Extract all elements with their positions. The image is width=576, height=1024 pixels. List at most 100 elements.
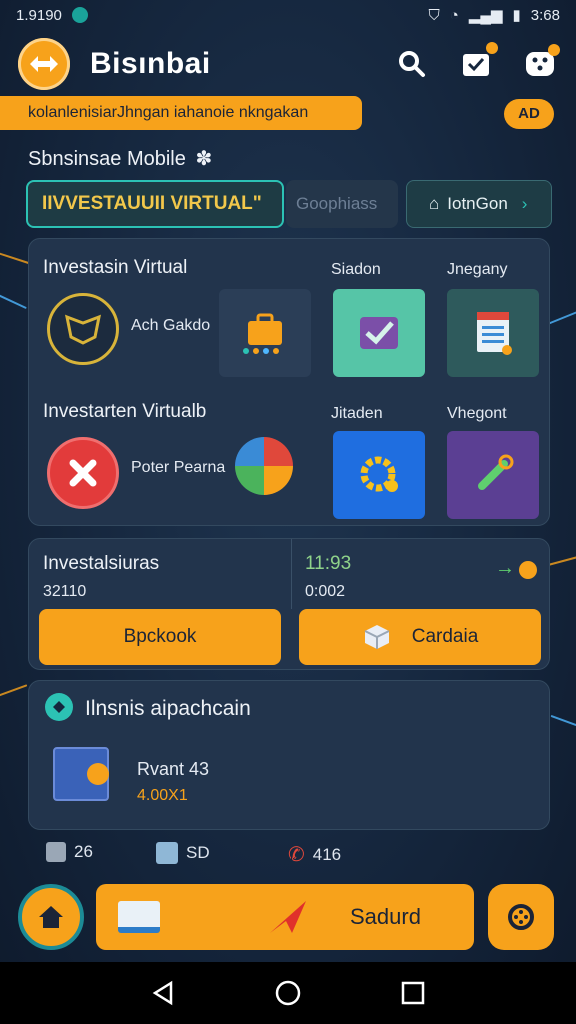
battery-icon: ▮ [512,7,521,24]
row1-col2-label: Siadon [331,261,381,278]
row1-item-label: Ach Gakdo [131,317,211,334]
row2-item-label: Poter Pearna [131,459,226,476]
status-bar: 1.9190 ⛉ ◔ ▂▄▆ ▮ 3:68 [0,0,576,30]
arrow-right-icon: → [495,557,515,579]
home-circle-icon[interactable] [274,979,302,1007]
balance-left-title: Investalsiuras [43,553,160,574]
shield-icon: ⛉ [428,6,440,24]
briefcase-tile[interactable] [219,289,311,377]
row2-col2-label: Jitaden [331,405,383,422]
bookook-button[interactable]: Bpckook [39,609,281,665]
background-streak [548,309,576,325]
investment-card: Ilnsnis aipachcain Rvant 43 4.00X1 [28,680,550,830]
sparkle-icon: ✽ [195,148,213,170]
tab-iotngon[interactable]: ⌂ IotnGon › [406,180,552,228]
search-icon [399,51,425,77]
box-icon [46,842,66,862]
ad-badge[interactable]: AD [504,99,554,129]
wrench-icon [478,454,514,490]
tab-label: Goophiass [296,194,378,213]
row2-col3-label: Vhegont [447,405,507,422]
stat-value: 416 [312,844,342,864]
status-clock: 3:68 [530,6,560,24]
app-logo[interactable] [18,38,70,90]
gear-tile[interactable] [333,431,425,519]
promo-banner[interactable]: kolanlenisiarJhngan iahanoie nkngakan [0,96,362,130]
inbox-button[interactable] [458,42,498,82]
status-time: 1.9190 [16,6,62,24]
tab-virtual-investment[interactable]: IIVVESTAUUII VIRTUAL" [26,180,284,228]
lock-icon: ⌂ [429,194,440,213]
notification-badge [548,44,560,56]
background-streak [548,556,576,566]
wrench-tile[interactable] [447,431,539,519]
stat-item: 26 [46,842,93,862]
tab-label: IotnGon [447,194,508,213]
cardaia-button[interactable]: Cardaia [299,609,541,665]
checkmark-icon [360,317,398,349]
coin-icon [45,693,73,721]
investment-title: Ilnsnis aipachcain [85,697,251,720]
row1-col3-label: Jnegany [447,261,508,278]
background-streak [0,684,28,698]
notification-icon [71,7,88,23]
wifi-icon: ◔ [449,6,459,24]
checkbox-tile[interactable] [333,289,425,377]
stat-item: ✆ 416 [288,842,341,867]
cube-icon [156,842,178,864]
home-button[interactable] [18,884,84,950]
button-label: Cardaia [411,626,479,647]
divider [291,539,292,609]
options-button[interactable] [488,884,554,950]
section-title-text: Sbnsinsae Mobile [28,148,186,170]
wallet-icon [53,747,109,801]
balance-right-title: 11:93 [305,553,352,574]
paper-plane-icon [270,901,306,933]
section-title: Sbnsinsae Mobile ✽ [28,146,212,171]
background-streak [0,249,30,265]
stat-item: SD [156,842,210,864]
investment-grid-card: Investasin Virtual Siadon Jnegany Ach Ga… [28,238,550,526]
back-icon[interactable] [149,979,177,1007]
row1-title: Investasin Virtual [43,257,188,278]
document-tile[interactable] [447,289,539,377]
balance-card: Investalsiuras 32110 11:93 0:002 → Bpcko… [28,538,550,670]
stat-value: SD [186,843,210,862]
briefcase-icon [243,313,282,354]
stat-value: 26 [74,842,93,861]
recents-icon[interactable] [399,979,427,1007]
game-dice-button[interactable] [522,44,560,82]
card-image-icon [118,901,160,933]
document-icon [477,312,512,355]
mask-icon[interactable] [47,293,119,365]
logo-arrows-icon [30,56,58,72]
investment-item-name: Rvant 43 [137,759,210,779]
globe-icon[interactable] [235,437,293,495]
send-action-button[interactable]: Sadurd [96,884,474,950]
notification-badge [486,42,498,54]
close-x-icon[interactable] [47,437,119,509]
tab-goophiass[interactable]: Goophiass [286,180,398,228]
cube-icon [364,625,390,649]
status-dot [519,561,537,579]
search-button[interactable] [394,46,430,82]
home-icon [39,906,63,928]
app-bar: Bisınbai [0,36,576,92]
button-label: Bpckook [123,626,197,647]
app-title: Bisınbai [90,47,211,80]
background-streak [550,714,576,728]
phone-icon: ✆ [288,844,305,866]
investment-item-value: 4.00X1 [137,787,188,804]
balance-right-value: 0:002 [305,583,346,600]
balance-left-value: 32110 [43,583,87,600]
background-streak [0,292,27,310]
row2-title: Investarten Virtualb [43,401,207,422]
tab-label: IIVVESTAUUII VIRTUAL" [42,193,262,214]
system-nav-bar [0,962,576,1024]
chevron-right-icon: › [521,194,528,213]
gear-icon [360,456,398,492]
signal-icon: ▂▄▆ [468,7,503,24]
send-action-label: Sadurd [350,904,421,929]
gamepad-icon [508,904,534,930]
inbox-check-icon [463,54,489,76]
